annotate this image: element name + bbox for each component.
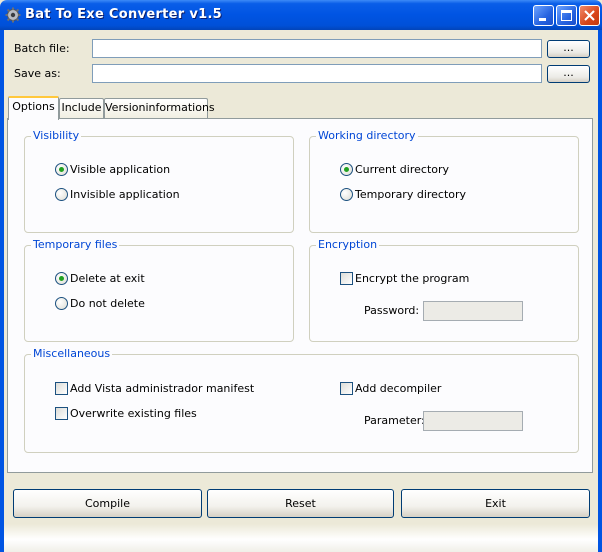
- maximize-icon: [561, 10, 572, 21]
- current-directory-label[interactable]: Current directory: [355, 163, 449, 176]
- maximize-button[interactable]: [556, 5, 577, 26]
- radio-selected-dot: [59, 167, 64, 172]
- batch-file-input[interactable]: [92, 39, 542, 58]
- miscellaneous-group-title: Miscellaneous: [31, 347, 113, 360]
- close-icon: [584, 10, 595, 21]
- current-directory-radio[interactable]: [340, 163, 353, 176]
- vista-manifest-label[interactable]: Add Vista administrador manifest: [70, 382, 254, 395]
- tab-options[interactable]: Options: [8, 96, 59, 120]
- overwrite-files-checkbox[interactable]: [55, 407, 68, 420]
- bottom-status-strip: [4, 524, 598, 552]
- temporary-files-group: Temporary files: [24, 238, 294, 342]
- working-directory-group: Working directory: [309, 129, 579, 233]
- tab-include[interactable]: Include: [59, 98, 104, 118]
- radio-selected-dot: [344, 167, 349, 172]
- password-label: Password:: [364, 304, 420, 317]
- overwrite-files-label[interactable]: Overwrite existing files: [70, 407, 197, 420]
- do-not-delete-radio[interactable]: [55, 297, 68, 310]
- save-as-label: Save as:: [14, 67, 61, 80]
- visible-application-label[interactable]: Visible application: [70, 163, 170, 176]
- delete-at-exit-label[interactable]: Delete at exit: [70, 272, 145, 285]
- temporary-directory-radio[interactable]: [340, 188, 353, 201]
- minimize-icon: [539, 18, 546, 21]
- options-tab-panel: Visibility Visible application Invisible…: [7, 118, 593, 473]
- main-window: Bat To Exe Converter v1.5 Batch file: ..…: [0, 0, 602, 552]
- encrypt-program-checkbox[interactable]: [340, 272, 353, 285]
- encryption-group: Encryption: [309, 238, 579, 342]
- add-decompiler-label[interactable]: Add decompiler: [355, 382, 441, 395]
- title-bar[interactable]: Bat To Exe Converter v1.5: [0, 0, 602, 30]
- do-not-delete-label[interactable]: Do not delete: [70, 297, 145, 310]
- temporary-directory-label[interactable]: Temporary directory: [355, 188, 466, 201]
- save-as-input[interactable]: [92, 64, 542, 83]
- save-as-browse-button[interactable]: ...: [547, 65, 590, 83]
- reset-button[interactable]: Reset: [207, 489, 394, 518]
- parameter-field[interactable]: [423, 411, 523, 431]
- invisible-application-label[interactable]: Invisible application: [70, 188, 180, 201]
- add-decompiler-checkbox[interactable]: [340, 382, 353, 395]
- compile-button[interactable]: Compile: [13, 489, 202, 518]
- invisible-application-radio[interactable]: [55, 188, 68, 201]
- batch-file-browse-button[interactable]: ...: [547, 40, 590, 58]
- window-title: Bat To Exe Converter v1.5: [25, 7, 223, 22]
- batch-file-label: Batch file:: [14, 42, 70, 55]
- password-field[interactable]: [423, 301, 523, 321]
- visible-application-radio[interactable]: [55, 163, 68, 176]
- tab-versioninformations[interactable]: Versioninformations: [104, 98, 215, 118]
- parameter-label: Parameter:: [364, 414, 425, 427]
- delete-at-exit-radio[interactable]: [55, 272, 68, 285]
- exit-button[interactable]: Exit: [401, 489, 590, 518]
- temporary-files-group-title: Temporary files: [31, 238, 120, 251]
- window-frame-right: [598, 30, 602, 552]
- vista-manifest-checkbox[interactable]: [55, 382, 68, 395]
- app-gear-icon: [5, 7, 21, 23]
- close-button[interactable]: [579, 5, 600, 26]
- visibility-group-title: Visibility: [31, 129, 82, 142]
- miscellaneous-group: Miscellaneous: [24, 347, 579, 453]
- visibility-group: Visibility: [24, 129, 294, 233]
- encrypt-program-label[interactable]: Encrypt the program: [355, 272, 469, 285]
- window-frame-left: [0, 30, 4, 552]
- minimize-button[interactable]: [533, 5, 554, 26]
- working-directory-group-title: Working directory: [316, 129, 418, 142]
- encryption-group-title: Encryption: [316, 238, 380, 251]
- radio-selected-dot: [59, 276, 64, 281]
